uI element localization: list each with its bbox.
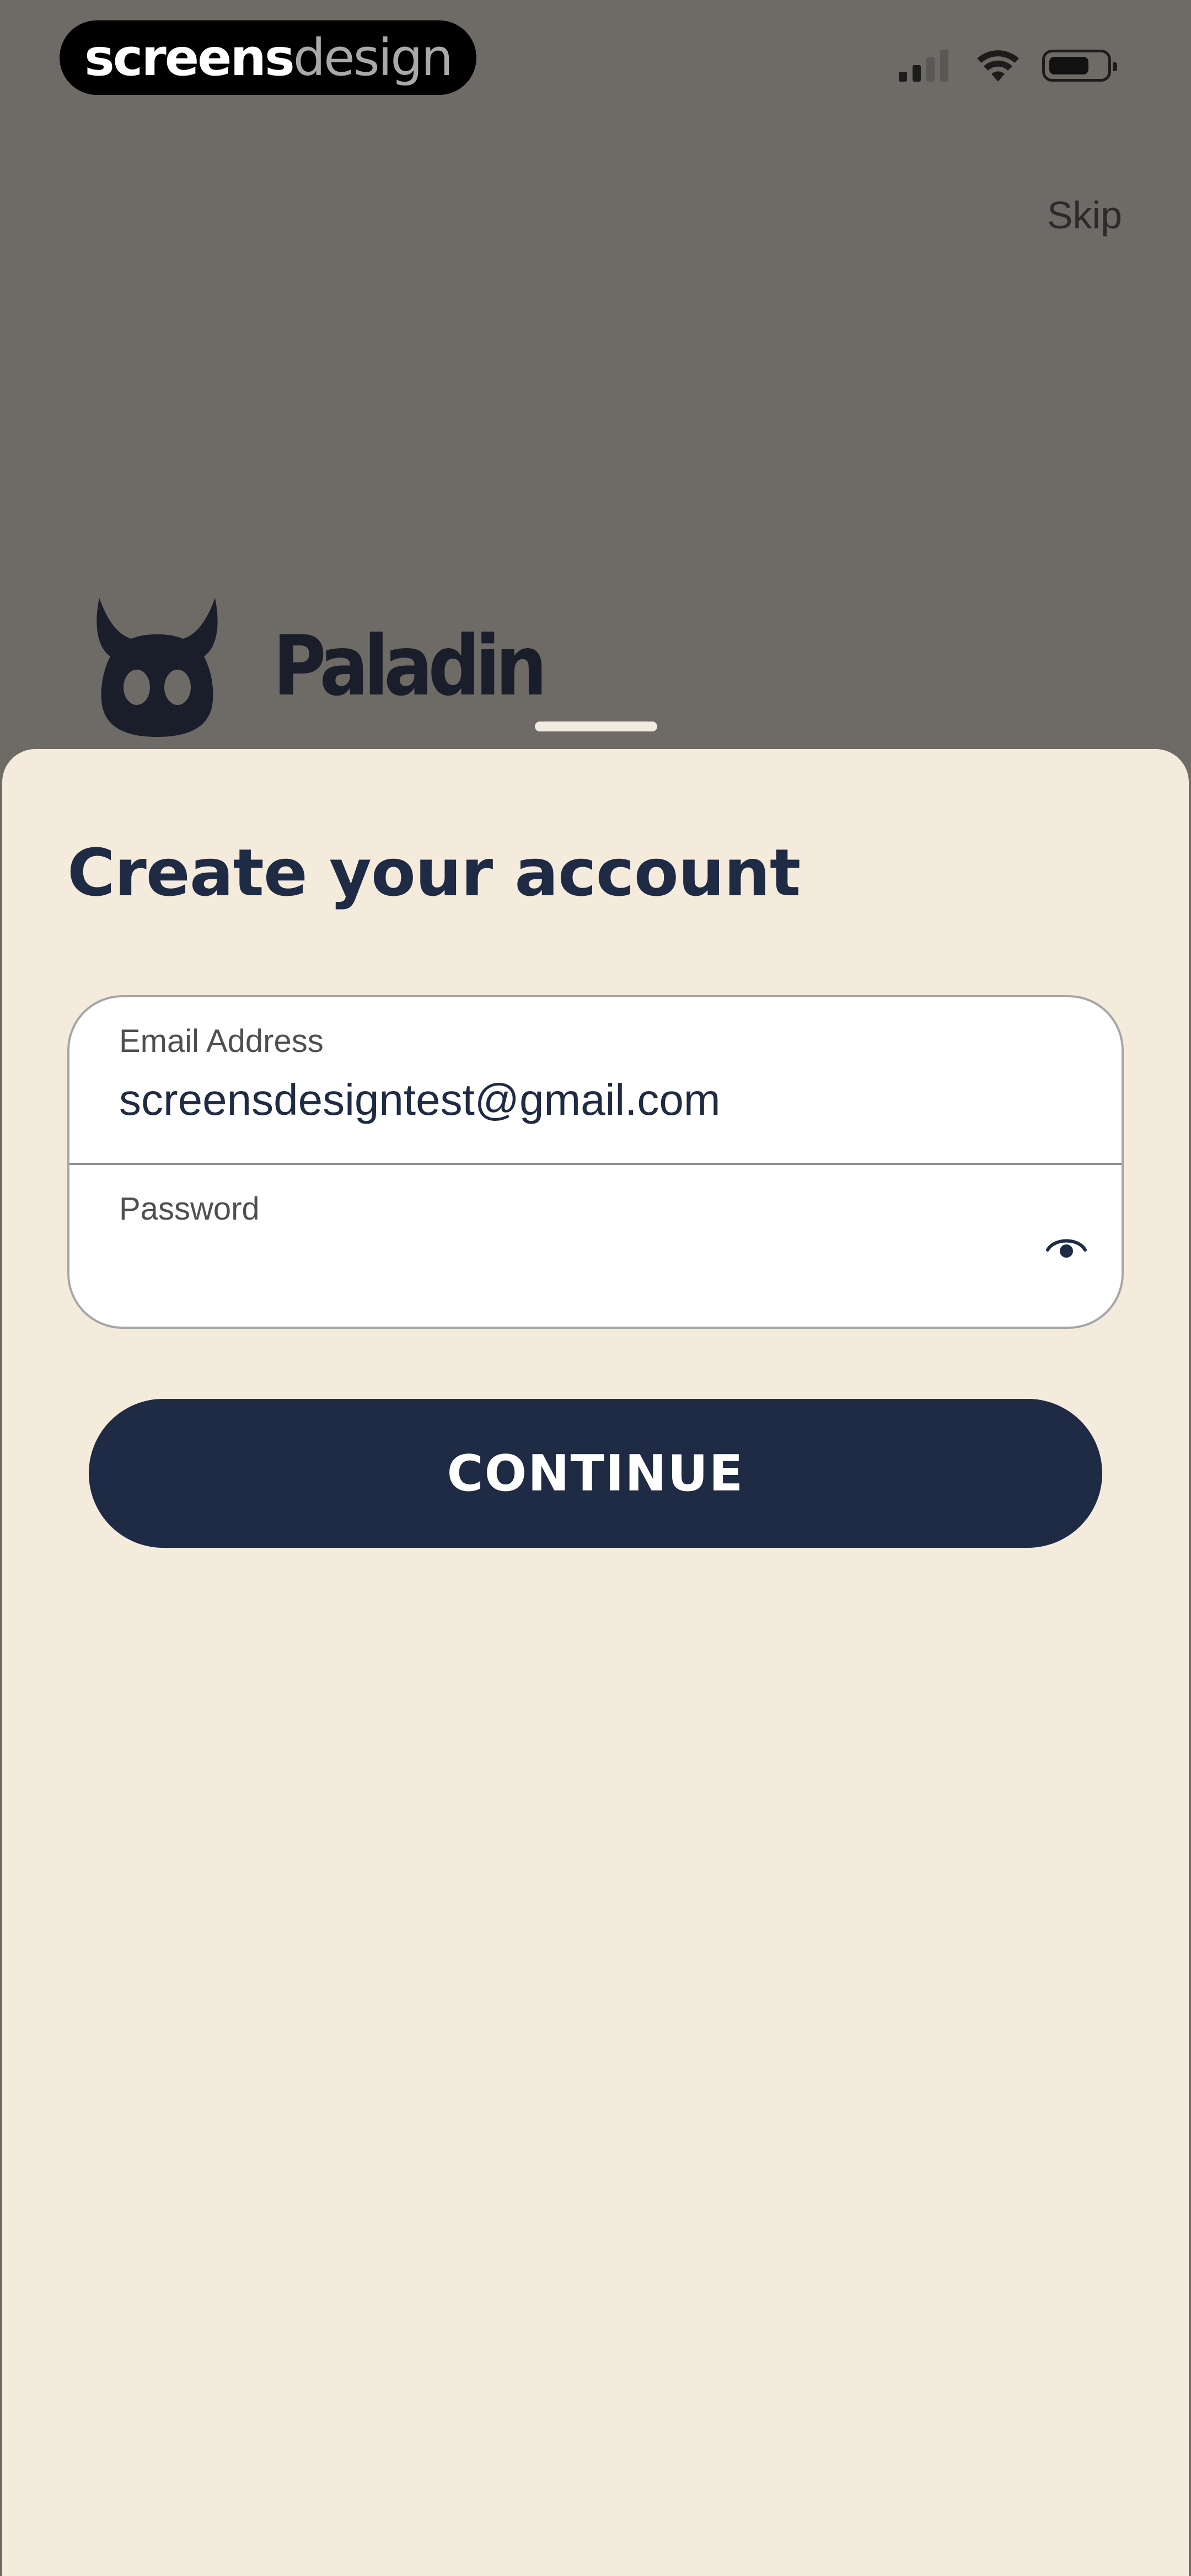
create-account-sheet: Create your account Email Address Passwo… bbox=[2, 749, 1189, 2576]
password-label: Password bbox=[119, 1191, 260, 1227]
email-input[interactable] bbox=[119, 1075, 946, 1125]
status-bar bbox=[899, 49, 1117, 83]
screensdesign-watermark: screens design bbox=[60, 20, 476, 95]
email-label: Email Address bbox=[119, 1023, 324, 1059]
continue-button[interactable]: CONTINUE bbox=[89, 1399, 1102, 1548]
email-field[interactable]: Email Address bbox=[69, 997, 1122, 1163]
watermark-text-light: design bbox=[293, 28, 453, 87]
wifi-icon bbox=[977, 50, 1019, 82]
cellular-signal-icon bbox=[899, 50, 948, 82]
sheet-title: Create your account bbox=[67, 835, 801, 911]
battery-icon bbox=[1042, 50, 1117, 82]
sheet-grabber[interactable] bbox=[535, 722, 657, 731]
password-field[interactable]: Password bbox=[69, 1163, 1122, 1327]
password-input[interactable] bbox=[119, 1243, 946, 1292]
eye-icon[interactable] bbox=[1044, 1231, 1088, 1264]
credentials-form: Email Address Password bbox=[67, 995, 1124, 1329]
watermark-text-bold: screens bbox=[84, 28, 295, 87]
app-logo: Paladin bbox=[88, 595, 579, 738]
horned-mascot-icon bbox=[96, 598, 218, 737]
app-name: Paladin bbox=[273, 618, 548, 714]
skip-button[interactable]: Skip bbox=[1047, 193, 1122, 237]
